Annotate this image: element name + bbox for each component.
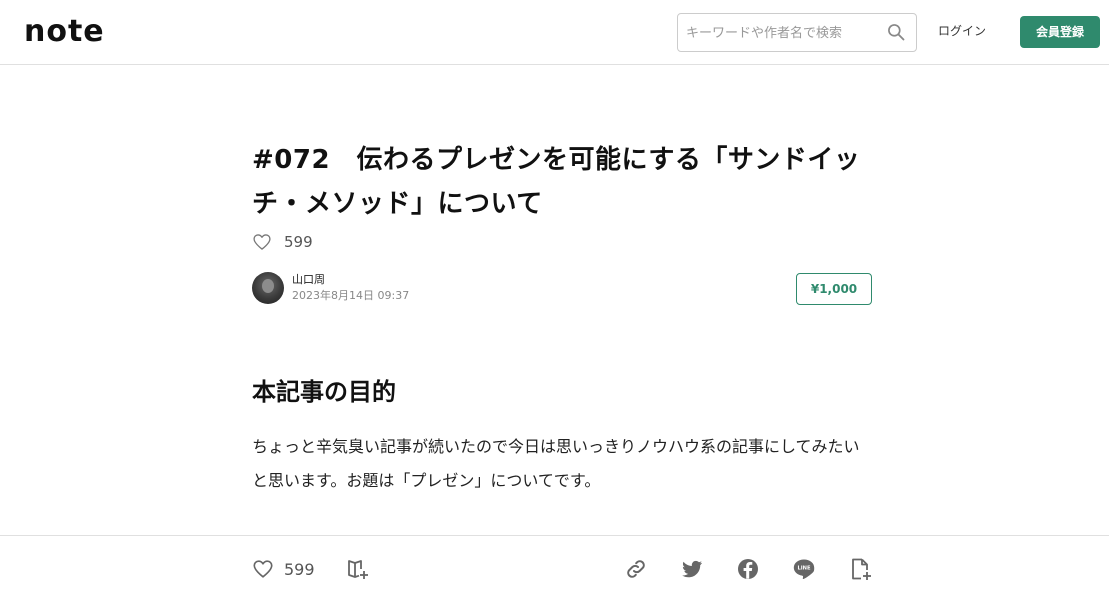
search-icon[interactable] [886, 22, 906, 42]
search-input[interactable] [686, 23, 876, 43]
article-title: #072 伝わるプレゼンを可能にする「サンドイッチ・メソッド」について [252, 145, 861, 219]
publish-date: 2023年8月14日 09:37 [292, 289, 410, 302]
magazine-add-icon[interactable] [346, 557, 370, 581]
article-body: ちょっと辛気臭い記事が続いたので今日は思いっきりノウハウ系の記事にしてみたいと思… [252, 437, 860, 490]
action-bar: 599 LINE [0, 535, 1109, 600]
author-info[interactable]: 山口周 2023年8月14日 09:37 [252, 272, 409, 304]
twitter-icon[interactable] [680, 557, 704, 581]
note-logo[interactable]: note [24, 14, 105, 50]
like-count-bottom: 599 [284, 559, 315, 579]
svg-text:LINE: LINE [797, 566, 811, 572]
section-heading: 本記事の目的 [252, 378, 396, 406]
site-header: note ログイン 会員登録 [0, 0, 1109, 65]
login-link[interactable]: ログイン [938, 23, 986, 39]
facebook-icon[interactable] [736, 557, 760, 581]
like-button[interactable]: 599 [252, 558, 315, 580]
signup-button[interactable]: 会員登録 [1020, 16, 1100, 48]
heart-icon[interactable] [252, 232, 272, 252]
author-meta: 山口周 2023年8月14日 09:37 [292, 272, 409, 304]
price-button[interactable]: ¥1,000 [796, 273, 872, 305]
like-summary[interactable]: 599 [252, 232, 313, 252]
line-icon[interactable]: LINE [792, 557, 816, 581]
link-icon[interactable] [624, 557, 648, 581]
like-count: 599 [284, 233, 313, 251]
note-add-icon[interactable] [848, 557, 872, 581]
search-box[interactable] [677, 13, 917, 52]
author-name[interactable]: 山口周 [292, 272, 409, 287]
avatar[interactable] [252, 272, 284, 304]
heart-icon[interactable] [252, 558, 274, 580]
